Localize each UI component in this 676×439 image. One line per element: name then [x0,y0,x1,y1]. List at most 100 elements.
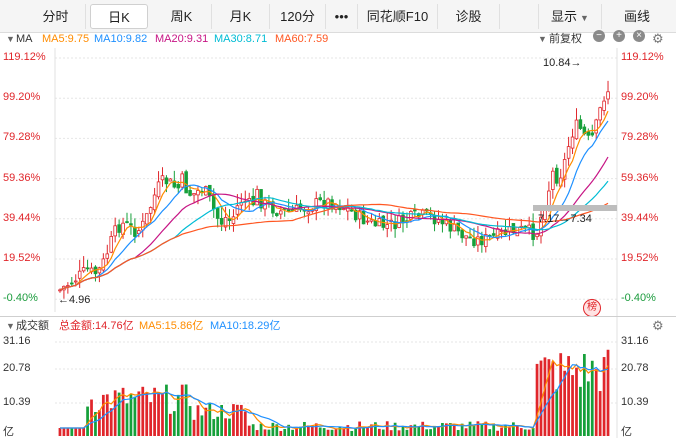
volume-bar [117,392,121,436]
volume-bar [551,361,555,436]
volume-axis-label: 亿 [3,426,14,438]
range-marker: 7.17→7.34 [538,213,592,225]
candle-body [215,207,220,219]
volume-bar [153,387,156,436]
candle-body [606,91,610,100]
candle-body [342,208,346,210]
volume-bar [251,424,255,436]
volume-bar [606,349,610,436]
candle-body [275,213,279,216]
volume-bar [346,425,350,436]
volume-bar [417,426,421,436]
volume-bar [496,430,499,436]
candle-body [196,190,200,196]
chevron-down-icon[interactable]: ▼ [6,317,15,335]
candle-body [81,267,86,272]
volume-bar [303,421,306,436]
candle-body [140,220,145,231]
volume-bar [397,430,401,436]
candle-body [156,181,161,198]
ma-line-30 [59,180,609,291]
candlestick-series [58,80,610,299]
range-band [533,205,617,211]
volume-bar [78,428,82,436]
candle-body [255,188,259,206]
indicator-name[interactable]: 成交额 [16,317,49,335]
volume-bar [228,418,231,436]
volume-bar [169,413,172,436]
candle-body [551,170,555,190]
volume-bar [527,429,531,436]
candle-body [73,280,78,283]
volume-bar [590,360,594,436]
low-price-marker: ←4.96 [58,294,91,306]
volume-bar [598,391,602,436]
candle-body [531,223,535,240]
gear-icon[interactable]: ⚙ [652,317,664,335]
candle-body [472,238,476,247]
volume-bar [283,428,287,436]
volume-bar [263,429,267,436]
candle-body [468,236,472,239]
volume-bar [500,427,503,436]
volume-axis-label: 20.78 [3,362,31,374]
volume-bar [579,386,582,436]
candle-body [349,209,354,212]
volume-bar [401,426,405,436]
ma-line-10 [59,120,609,291]
volume-bar [322,428,326,436]
candle-body [306,211,311,215]
volume-bar [267,429,271,436]
volume-bar [381,429,385,436]
ranking-badge[interactable]: 榜 [583,299,601,317]
candle-body [590,132,595,136]
volume-bar [145,392,149,436]
volume-bar [129,394,133,436]
candle-body [129,223,133,226]
volume-bar [437,426,440,436]
candle-body [452,223,457,232]
candle-body [231,216,236,224]
candle-body [318,197,322,201]
candle-body [373,220,378,227]
candle-body [152,194,157,211]
candle-body [160,175,165,181]
candle-body [148,207,153,214]
volume-bar [531,428,535,436]
volume-bar [515,425,519,436]
volume-bar [559,353,563,436]
volume-bar [295,427,298,436]
volume-bar [236,404,239,436]
candle-body [66,285,70,287]
volume-bar [247,425,251,436]
candle-body [460,229,464,239]
volume-bar [429,429,432,436]
volume-bar [512,422,515,436]
volume-bar [157,392,160,436]
volume-bar [184,384,188,436]
volume-bar [586,381,590,436]
volume-bar [488,429,492,436]
volume-bars [58,349,610,436]
volume-bar [389,430,393,436]
volume-bar [279,430,283,436]
volume-bar [354,428,358,436]
candle-body [144,213,149,225]
candle-body [491,233,496,236]
volume-bar [216,416,220,436]
volume-bar [519,428,523,436]
candle-body [570,136,575,149]
volume-bar [62,428,66,436]
ma-line-5 [59,110,609,291]
volume-indicator-bar: ▼ 成交额 总金额:14.76亿 MA5:15.86亿 MA10:18.29亿 … [0,317,676,335]
volume-bar [330,429,334,436]
volume-bar [192,419,196,436]
volume-bar [98,410,101,436]
volume-bar [271,422,275,436]
volume-bar [255,430,259,436]
volume-bar [563,370,567,436]
volume-bar [468,421,472,436]
volume-bar [113,390,117,436]
volume-bar [326,429,330,436]
candle-body [578,119,583,129]
